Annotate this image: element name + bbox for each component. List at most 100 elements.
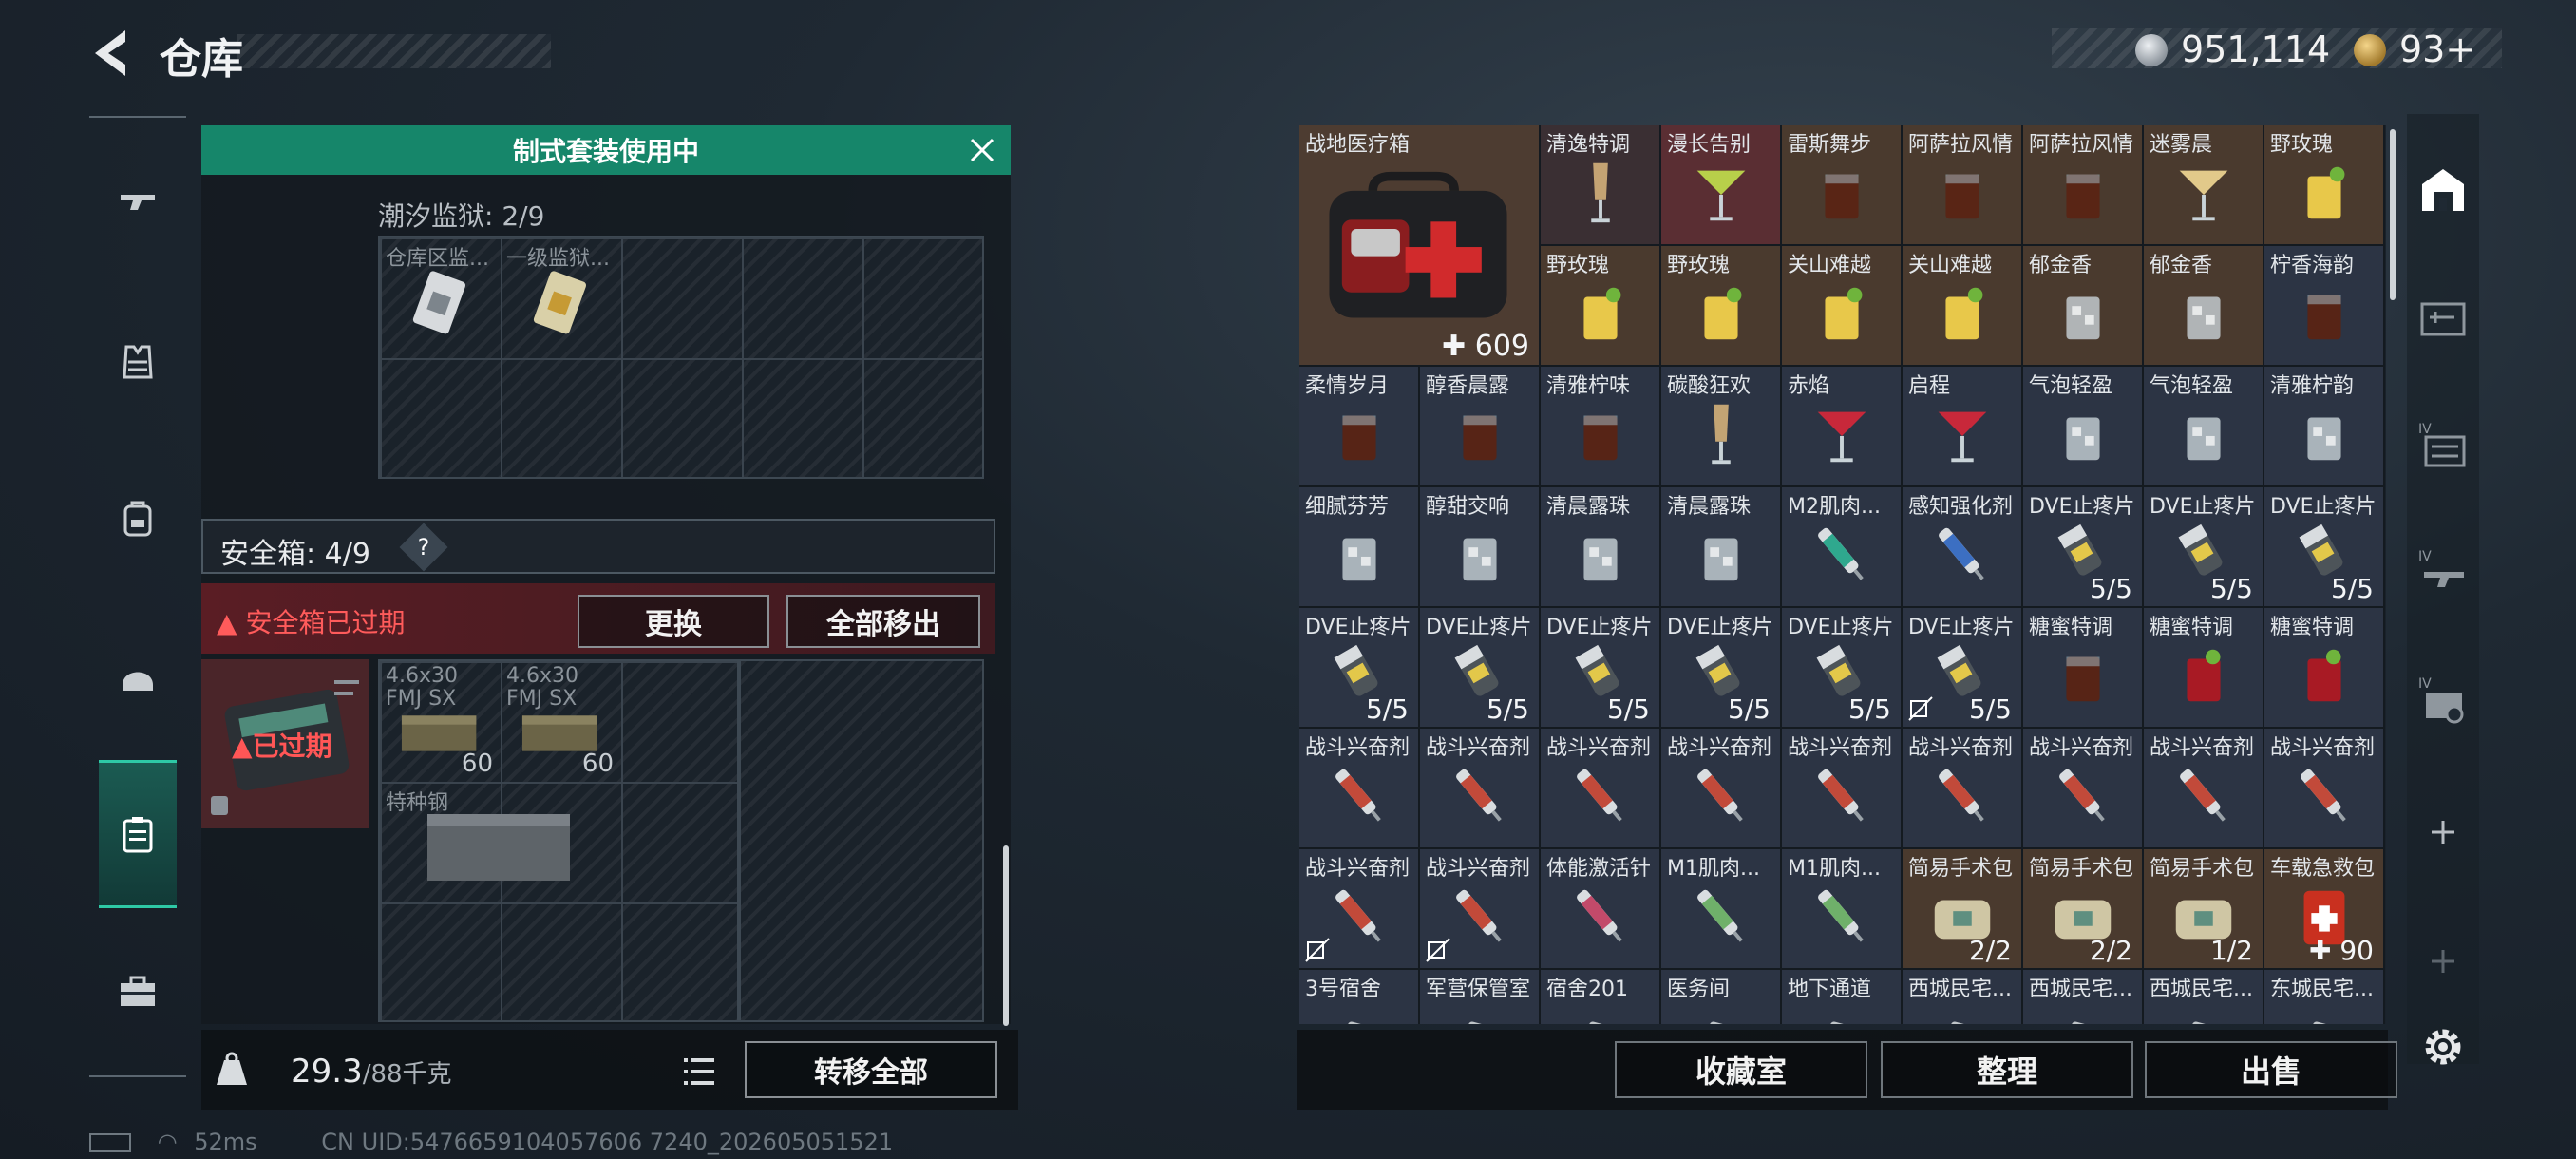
nav-helmet[interactable] xyxy=(99,638,177,716)
iv-gear-case-tab[interactable]: IV xyxy=(2413,669,2473,730)
inventory-item[interactable]: 阿萨拉风情 xyxy=(2023,125,2144,246)
sell-button[interactable]: 出售 xyxy=(2145,1041,2397,1098)
inventory-item[interactable]: 糖蜜特调 xyxy=(2023,608,2144,729)
inventory-item[interactable]: 宿舍201 xyxy=(1541,970,1661,1024)
collection-room-button[interactable]: 收藏室 xyxy=(1615,1041,1867,1098)
inventory-item[interactable]: 细腻芬芳 xyxy=(1299,487,1420,608)
inventory-item[interactable]: 郁金香 xyxy=(2023,246,2144,367)
safebox-item[interactable]: 4.6x30 FMJ SX 60 xyxy=(380,661,501,782)
inventory-item[interactable]: DVE止疼片 5/5 xyxy=(1782,608,1903,729)
safebox-item[interactable]: 特种钢 xyxy=(380,782,621,902)
inventory-item[interactable]: 雷斯舞步 xyxy=(1782,125,1903,246)
inventory-item[interactable]: 西城民宅... xyxy=(2023,970,2144,1024)
inventory-item[interactable]: 战斗兴奋剂 xyxy=(1903,729,2023,849)
add-tab-button-disabled[interactable] xyxy=(2413,931,2473,992)
inventory-item[interactable]: DVE止疼片 5/5 xyxy=(1661,608,1782,729)
inventory-item[interactable]: 碳酸狂欢 xyxy=(1661,367,1782,487)
move-all-button[interactable]: 全部移出 xyxy=(786,595,980,648)
iv-case-tab[interactable]: IV xyxy=(2413,414,2473,475)
inventory-item[interactable]: DVE止疼片 5/5 xyxy=(1420,608,1541,729)
inventory-item[interactable]: 简易手术包 2/2 xyxy=(1903,849,2023,970)
back-button[interactable] xyxy=(87,27,133,80)
inventory-item[interactable]: 车载急救包 ✚ 90 xyxy=(2264,849,2385,970)
inventory-item[interactable]: 战斗兴奋剂 xyxy=(1299,849,1420,970)
inventory-item[interactable]: 柠香海韵 xyxy=(2264,246,2385,367)
inventory-item[interactable]: 感知强化剂 xyxy=(1903,487,2023,608)
inventory-item[interactable]: 战斗兴奋剂 xyxy=(1782,729,1903,849)
inventory-item[interactable]: 清逸特调 xyxy=(1541,125,1661,246)
nav-backpack[interactable] xyxy=(99,479,177,557)
left-scrollbar[interactable] xyxy=(1003,846,1009,1026)
inventory-item[interactable]: 启程 xyxy=(1903,367,2023,487)
inventory-item[interactable]: 东城民宅... xyxy=(2264,970,2385,1024)
container-item[interactable]: 仓库区监... xyxy=(380,238,501,358)
inventory-item[interactable]: 战斗兴奋剂 xyxy=(1299,729,1420,849)
inventory-item[interactable]: 柔情岁月 xyxy=(1299,367,1420,487)
inventory-item[interactable]: DVE止疼片 5/5 xyxy=(2023,487,2144,608)
inventory-item[interactable]: 战斗兴奋剂 xyxy=(2264,729,2385,849)
inventory-item[interactable]: 野玫瑰 xyxy=(1661,246,1782,367)
inventory-item[interactable]: DVE止疼片 5/5 xyxy=(2144,487,2264,608)
gold-currency-value[interactable]: 93+ xyxy=(2399,28,2475,70)
nav-weapon[interactable] xyxy=(99,163,177,241)
replace-button[interactable]: 更换 xyxy=(578,595,769,648)
inventory-item[interactable]: 医务间 xyxy=(1661,970,1782,1024)
inventory-item[interactable]: 战斗兴奋剂 xyxy=(1420,849,1541,970)
help-icon[interactable]: ? xyxy=(399,522,448,572)
inventory-item[interactable]: 战斗兴奋剂 xyxy=(2023,729,2144,849)
transfer-all-button[interactable]: 转移全部 xyxy=(745,1041,997,1098)
inventory-item[interactable]: M2肌肉... xyxy=(1782,487,1903,608)
close-icon[interactable] xyxy=(967,135,997,165)
settings-button[interactable] xyxy=(2413,1016,2473,1077)
inventory-item[interactable]: 糖蜜特调 xyxy=(2264,608,2385,729)
inventory-item[interactable]: 糖蜜特调 xyxy=(2144,608,2264,729)
inventory-item[interactable]: 郁金香 xyxy=(2144,246,2264,367)
nav-safebox[interactable] xyxy=(99,760,177,908)
nav-toolbox[interactable] xyxy=(99,952,177,1030)
inventory-item[interactable]: 西城民宅... xyxy=(2144,970,2264,1024)
inventory-item[interactable]: 关山难越 xyxy=(1903,246,2023,367)
inventory-item-featured[interactable]: 战地医疗箱 ✚ 609 xyxy=(1299,125,1541,367)
weapon-case-tab[interactable] xyxy=(2413,287,2473,348)
inventory-item[interactable]: DVE止疼片 5/5 xyxy=(2264,487,2385,608)
inventory-item[interactable]: 醇甜交响 xyxy=(1420,487,1541,608)
inventory-item[interactable]: 赤焰 xyxy=(1782,367,1903,487)
inventory-item[interactable]: 清雅柠韵 xyxy=(2264,367,2385,487)
iv-gun-case-tab[interactable]: IV xyxy=(2413,542,2473,602)
inventory-item[interactable]: 3号宿舍 xyxy=(1299,970,1420,1024)
inventory-item[interactable]: 关山难越 xyxy=(1782,246,1903,367)
inventory-item[interactable]: DVE止疼片 5/5 xyxy=(1299,608,1420,729)
inventory-item[interactable]: DVE止疼片 5/5 xyxy=(1903,608,2023,729)
inventory-item[interactable]: 醇香晨露 xyxy=(1420,367,1541,487)
inventory-item[interactable]: 战斗兴奋剂 xyxy=(1420,729,1541,849)
inventory-item[interactable]: 野玫瑰 xyxy=(1541,246,1661,367)
inventory-item[interactable]: 清晨露珠 xyxy=(1541,487,1661,608)
nav-armor[interactable] xyxy=(99,323,177,401)
inventory-item[interactable]: 战斗兴奋剂 xyxy=(1661,729,1782,849)
container-item[interactable]: 一级监狱... xyxy=(501,238,621,358)
inventory-item[interactable]: DVE止疼片 5/5 xyxy=(1541,608,1661,729)
inventory-item[interactable]: M1肌肉... xyxy=(1661,849,1782,970)
safebox-item[interactable]: 4.6x30 FMJ SX 60 xyxy=(501,661,621,782)
inventory-item[interactable]: 简易手术包 1/2 xyxy=(2144,849,2264,970)
inventory-item[interactable]: 迷雾晨 xyxy=(2144,125,2264,246)
inventory-item[interactable]: M1肌肉... xyxy=(1782,849,1903,970)
inventory-item[interactable]: 清雅柠味 xyxy=(1541,367,1661,487)
inventory-item[interactable]: 阿萨拉风情 xyxy=(1903,125,2023,246)
inventory-item[interactable]: 气泡轻盈 xyxy=(2144,367,2264,487)
inventory-item[interactable]: 清晨露珠 xyxy=(1661,487,1782,608)
inventory-item[interactable]: 西城民宅... xyxy=(1903,970,2023,1024)
inventory-scrollbar[interactable] xyxy=(2390,129,2396,300)
add-tab-button[interactable] xyxy=(2413,802,2473,863)
inventory-item[interactable]: 气泡轻盈 xyxy=(2023,367,2144,487)
safebox-case[interactable]: ▲已过期 xyxy=(201,659,369,828)
inventory-item[interactable]: 体能激活针 xyxy=(1541,849,1661,970)
storage-tab[interactable] xyxy=(2413,160,2473,220)
inventory-item[interactable]: 战斗兴奋剂 xyxy=(1541,729,1661,849)
inventory-item[interactable]: 地下通道 xyxy=(1782,970,1903,1024)
inventory-item[interactable]: 战斗兴奋剂 xyxy=(2144,729,2264,849)
sort-button[interactable]: 整理 xyxy=(1881,1041,2133,1098)
list-icon[interactable] xyxy=(680,1053,718,1091)
inventory-item[interactable]: 简易手术包 2/2 xyxy=(2023,849,2144,970)
inventory-item[interactable]: 漫长告别 xyxy=(1661,125,1782,246)
